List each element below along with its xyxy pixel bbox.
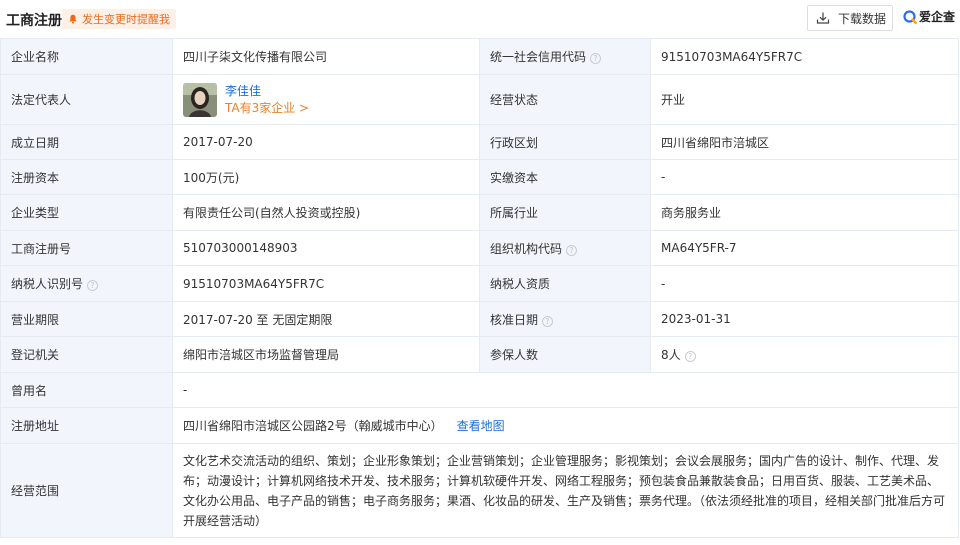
table-row: 企业名称 四川子柒文化传播有限公司 统一社会信用代码? 91510703MA64…	[0, 38, 959, 75]
taxpayer-id-label: 纳税人识别号	[11, 277, 84, 291]
paid-capital-value: -	[650, 159, 959, 195]
registered-address-value: 四川省绵阳市涪城区公园路2号（翰威城市中心）	[183, 419, 443, 433]
change-reminder-label: 发生变更时提醒我	[82, 13, 170, 26]
aiqicha-logo-icon	[903, 9, 917, 24]
admin-division-value: 四川省绵阳市涪城区	[650, 124, 959, 160]
business-scope-value: 文化艺术交流活动的组织、策划；企业形象策划；企业营销策划；企业管理服务；影视策划…	[172, 443, 959, 538]
org-code-value: MA64Y5FR-7	[650, 230, 959, 266]
table-row: 登记机关 绵阳市涪城区市场监督管理局 参保人数 8人?	[0, 336, 959, 373]
section-header: 工商注册 发生变更时提醒我 下载数据 爱企查	[0, 0, 960, 38]
approval-date-label-cell: 核准日期?	[479, 301, 651, 337]
taxpayer-qualification-label: 纳税人资质	[479, 265, 651, 302]
aiqicha-logo-text: 爱企查	[919, 10, 956, 24]
credit-code-label: 统一社会信用代码	[490, 50, 587, 64]
help-icon[interactable]: ?	[684, 351, 696, 362]
table-row: 法定代表人 李佳佳 TA有3家企业 > 经营状态 开业	[0, 74, 959, 125]
registration-authority-label: 登记机关	[0, 336, 173, 373]
table-row: 注册资本 100万(元) 实缴资本 -	[0, 159, 959, 195]
legal-rep-cell: 李佳佳 TA有3家企业 >	[172, 74, 480, 125]
business-term-label: 营业期限	[0, 301, 173, 337]
approval-date-value: 2023-01-31	[650, 301, 959, 337]
insured-count-label: 参保人数	[479, 336, 651, 373]
table-row: 注册地址 四川省绵阳市涪城区公园路2号（翰威城市中心） 查看地图	[0, 407, 959, 444]
business-scope-label: 经营范围	[0, 443, 173, 538]
admin-division-label: 行政区划	[479, 124, 651, 160]
org-code-label-cell: 组织机构代码?	[479, 230, 651, 266]
help-icon[interactable]: ?	[87, 280, 99, 291]
registered-address-label: 注册地址	[0, 407, 173, 444]
table-row: 成立日期 2017-07-20 行政区划 四川省绵阳市涪城区	[0, 124, 959, 160]
help-icon[interactable]: ?	[566, 244, 578, 256]
org-code-label: 组织机构代码	[490, 241, 563, 256]
established-date-value: 2017-07-20	[172, 124, 480, 160]
insured-count-value: 8人	[661, 348, 681, 362]
paid-capital-label: 实缴资本	[479, 159, 651, 195]
taxpayer-qualification-value: -	[650, 265, 959, 302]
company-type-value: 有限责任公司(自然人投资或控股)	[172, 194, 480, 231]
table-row: 企业类型 有限责任公司(自然人投资或控股) 所属行业 商务服务业	[0, 194, 959, 231]
credit-code-value: 91510703MA64Y5FR7C	[650, 38, 959, 75]
table-row: 纳税人识别号? 91510703MA64Y5FR7C 纳税人资质 -	[0, 265, 959, 302]
registration-authority-value: 绵阳市涪城区市场监督管理局	[172, 336, 480, 373]
download-data-label: 下载数据	[838, 11, 887, 26]
download-data-button[interactable]: 下载数据	[807, 5, 893, 31]
table-row: 工商注册号 510703000148903 组织机构代码? MA64Y5FR-7	[0, 230, 959, 266]
established-date-label: 成立日期	[0, 124, 173, 160]
industry-value: 商务服务业	[650, 194, 959, 231]
help-icon[interactable]: ?	[590, 53, 602, 64]
aiqicha-logo: 爱企查	[903, 8, 955, 25]
legal-rep-avatar[interactable]	[183, 82, 217, 117]
table-row: 曾用名 -	[0, 372, 959, 408]
table-row: 经营范围 文化艺术交流活动的组织、策划；企业形象策划；企业营销策划；企业管理服务…	[0, 443, 959, 538]
registered-capital-value: 100万(元)	[172, 159, 480, 195]
registered-address-cell: 四川省绵阳市涪城区公园路2号（翰威城市中心） 查看地图	[172, 407, 959, 444]
former-name-value: -	[172, 372, 959, 408]
registration-number-label: 工商注册号	[0, 230, 173, 266]
legal-rep-name-link[interactable]: 李佳佳	[225, 83, 309, 100]
view-map-link[interactable]: 查看地图	[457, 419, 505, 433]
table-row: 营业期限 2017-07-20 至 无固定期限 核准日期? 2023-01-31	[0, 301, 959, 337]
company-name-value: 四川子柒文化传播有限公司	[172, 38, 480, 75]
approval-date-label: 核准日期	[490, 312, 539, 327]
taxpayer-id-label-cell: 纳税人识别号?	[0, 265, 173, 302]
industry-label: 所属行业	[479, 194, 651, 231]
help-icon[interactable]: ?	[542, 315, 554, 327]
company-name-label: 企业名称	[0, 38, 173, 75]
taxpayer-id-value: 91510703MA64Y5FR7C	[172, 265, 480, 302]
registration-number-value: 510703000148903	[172, 230, 480, 266]
business-status-label: 经营状态	[479, 74, 651, 125]
business-term-value: 2017-07-20 至 无固定期限	[172, 301, 480, 337]
download-icon	[816, 12, 830, 24]
bell-icon	[69, 14, 77, 24]
section-title: 工商注册	[6, 13, 62, 29]
business-registration-table: 企业名称 四川子柒文化传播有限公司 统一社会信用代码? 91510703MA64…	[0, 38, 959, 538]
legal-rep-companies-link[interactable]: TA有3家企业 >	[225, 100, 309, 117]
credit-code-label-cell: 统一社会信用代码?	[479, 38, 651, 75]
change-reminder-button[interactable]: 发生变更时提醒我	[62, 9, 176, 29]
legal-rep-label: 法定代表人	[0, 74, 173, 125]
insured-count-cell: 8人?	[650, 336, 959, 373]
registered-capital-label: 注册资本	[0, 159, 173, 195]
former-name-label: 曾用名	[0, 372, 173, 408]
business-status-value: 开业	[650, 74, 959, 125]
company-type-label: 企业类型	[0, 194, 173, 231]
